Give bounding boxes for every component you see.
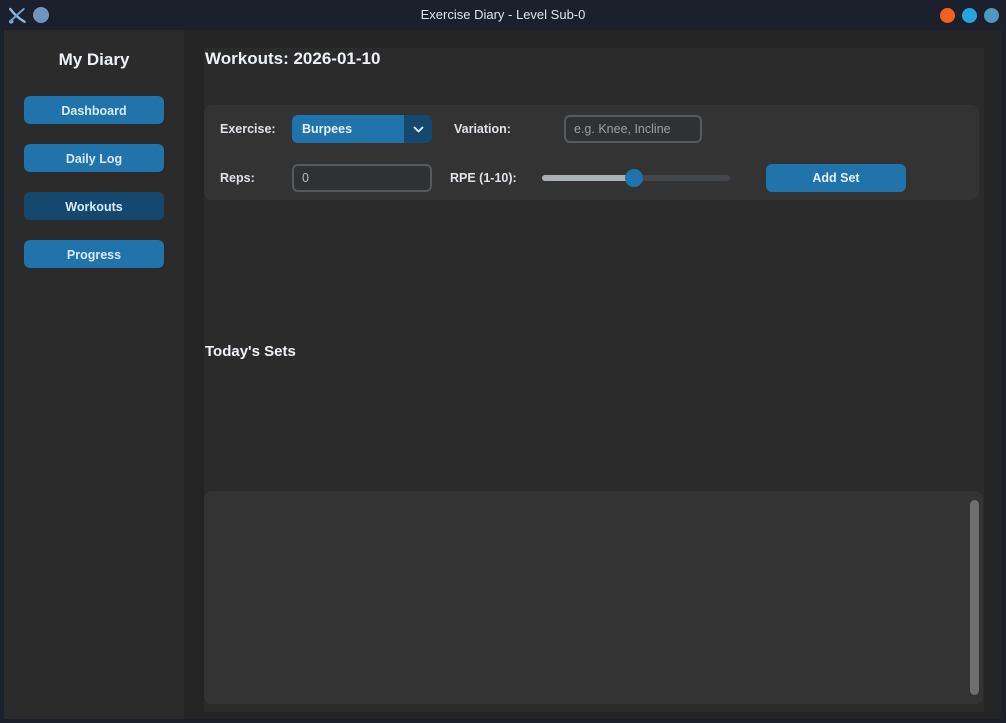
- reps-label: Reps:: [220, 164, 255, 192]
- todays-sets-list: [204, 491, 983, 704]
- sidebar-item-daily-log[interactable]: Daily Log: [24, 144, 164, 172]
- window-title: Exercise Diary - Level Sub-0: [0, 0, 1006, 30]
- window-controls: [940, 0, 999, 30]
- page-title: Workouts: 2026-01-10: [205, 49, 380, 69]
- exercise-dropdown-value: Burpees: [292, 115, 404, 143]
- add-set-form-panel: Exercise: Burpees Variation: Reps: RPE (…: [204, 105, 979, 200]
- sidebar-heading: My Diary: [4, 50, 184, 70]
- todays-sets-heading: Today's Sets: [205, 343, 296, 360]
- window-button-orange-icon[interactable]: [940, 8, 955, 23]
- sidebar-item-dashboard[interactable]: Dashboard: [24, 96, 164, 124]
- chevron-down-icon: [413, 126, 424, 133]
- variation-label: Variation:: [454, 115, 511, 143]
- app-window: Exercise Diary - Level Sub-0 My Diary Da…: [0, 0, 1006, 723]
- workouts-page: Workouts: 2026-01-10 Exercise: Burpees V…: [204, 48, 984, 712]
- exercise-dropdown-button[interactable]: [404, 115, 432, 143]
- exercise-label: Exercise:: [220, 115, 276, 143]
- rpe-slider[interactable]: [542, 175, 730, 181]
- window-border-bottom: [0, 719, 1006, 723]
- window-button-muted-icon[interactable]: [984, 8, 999, 23]
- sidebar-item-progress[interactable]: Progress: [24, 240, 164, 268]
- rpe-label: RPE (1-10):: [450, 164, 517, 192]
- exercise-dropdown[interactable]: Burpees: [292, 115, 432, 143]
- sidebar: My Diary Dashboard Daily Log Workouts Pr…: [4, 30, 184, 719]
- reps-input[interactable]: [292, 164, 432, 192]
- window-button-blue-icon[interactable]: [962, 8, 977, 23]
- titlebar: Exercise Diary - Level Sub-0: [0, 0, 1006, 30]
- variation-input[interactable]: [564, 115, 702, 143]
- sidebar-item-workouts[interactable]: Workouts: [24, 192, 164, 220]
- sets-scrollbar[interactable]: [970, 500, 979, 695]
- rpe-slider-thumb[interactable]: [625, 169, 643, 187]
- main-area: Workouts: 2026-01-10 Exercise: Burpees V…: [184, 30, 1002, 719]
- rpe-slider-progress: [542, 175, 634, 181]
- add-set-button[interactable]: Add Set: [766, 164, 906, 192]
- window-border-right: [1002, 30, 1006, 723]
